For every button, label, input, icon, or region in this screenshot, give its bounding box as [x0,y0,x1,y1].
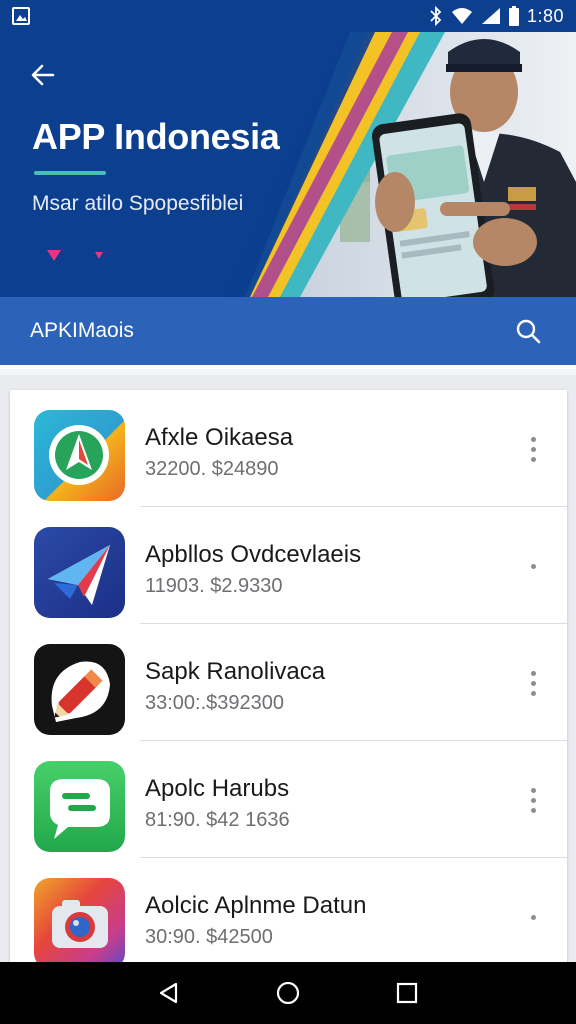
hero-header: APP Indonesia Msar atilo Spopesfiblei [0,32,576,297]
search-label: APKIMaois [30,319,134,342]
title-underline [34,171,106,175]
status-right: 1:80 [429,6,564,27]
divider-strip [0,369,576,375]
app-price: 33:00:.$392300 [145,692,285,714]
status-time: 1:80 [526,5,564,26]
decorative-heart-icon [47,250,61,261]
search-bar[interactable]: APKIMaois [0,297,576,369]
recents-square-icon [396,982,417,1004]
system-nav-bar [0,962,576,1024]
hero-background [0,32,576,297]
more-options-button[interactable] [521,668,545,698]
pencil-icon [34,644,125,735]
home-circle-icon [276,981,300,1005]
status-left [12,7,30,25]
search-button[interactable] [510,313,546,349]
back-button[interactable] [26,58,60,92]
wifi-icon [451,7,473,25]
battery-icon [508,6,519,26]
app-price: 81:90. $42 1636 [145,809,290,831]
camera-icon [34,878,125,969]
more-options-button[interactable] [521,902,545,932]
search-icon [516,319,541,344]
signal-icon [481,7,501,25]
list-item[interactable]: Sapk Ranolivaca 33:00:.$392300 [10,624,567,741]
arrow-left-icon [31,64,55,86]
more-options-button[interactable] [521,551,545,581]
paper-plane-icon [34,527,125,618]
back-triangle-icon [160,982,178,1004]
app-price: 11903. $2.9330 [145,575,283,597]
gallery-icon [12,7,30,25]
app-price: 30:90. $42500 [145,926,273,948]
status-bar: 1:80 [0,0,576,32]
app-name: Sapk Ranolivaca [145,658,326,685]
more-options-button[interactable] [521,434,545,464]
nav-back-button[interactable] [149,973,189,1013]
app-price: 32200. $24890 [145,458,279,480]
more-options-button[interactable] [521,785,545,815]
app-list: Afxle Oikaesa 32200. $24890 Apbllos Ovdc… [10,390,567,970]
page-subtitle: Msar atilo Spopesfiblei [32,192,244,215]
navigation-icon [34,410,125,501]
bluetooth-icon [429,6,443,26]
list-item[interactable]: Aolcic Aplnme Datun 30:90. $42500 [10,858,567,970]
page-title: APP Indonesia [32,116,280,157]
app-name: Apbllos Ovdcevlaeis [145,541,362,568]
app-name: Apolc Harubs [145,775,290,802]
app-name: Aolcic Aplnme Datun [145,892,367,919]
list-item[interactable]: Afxle Oikaesa 32200. $24890 [10,390,567,507]
app-name: Afxle Oikaesa [145,424,294,451]
decorative-dot-icon [95,252,103,259]
list-item[interactable]: Apolc Harubs 81:90. $42 1636 [10,741,567,858]
nav-recents-button[interactable] [387,973,427,1013]
chat-icon [34,761,125,852]
nav-home-button[interactable] [268,973,308,1013]
list-item[interactable]: Apbllos Ovdcevlaeis 11903. $2.9330 [10,507,567,624]
